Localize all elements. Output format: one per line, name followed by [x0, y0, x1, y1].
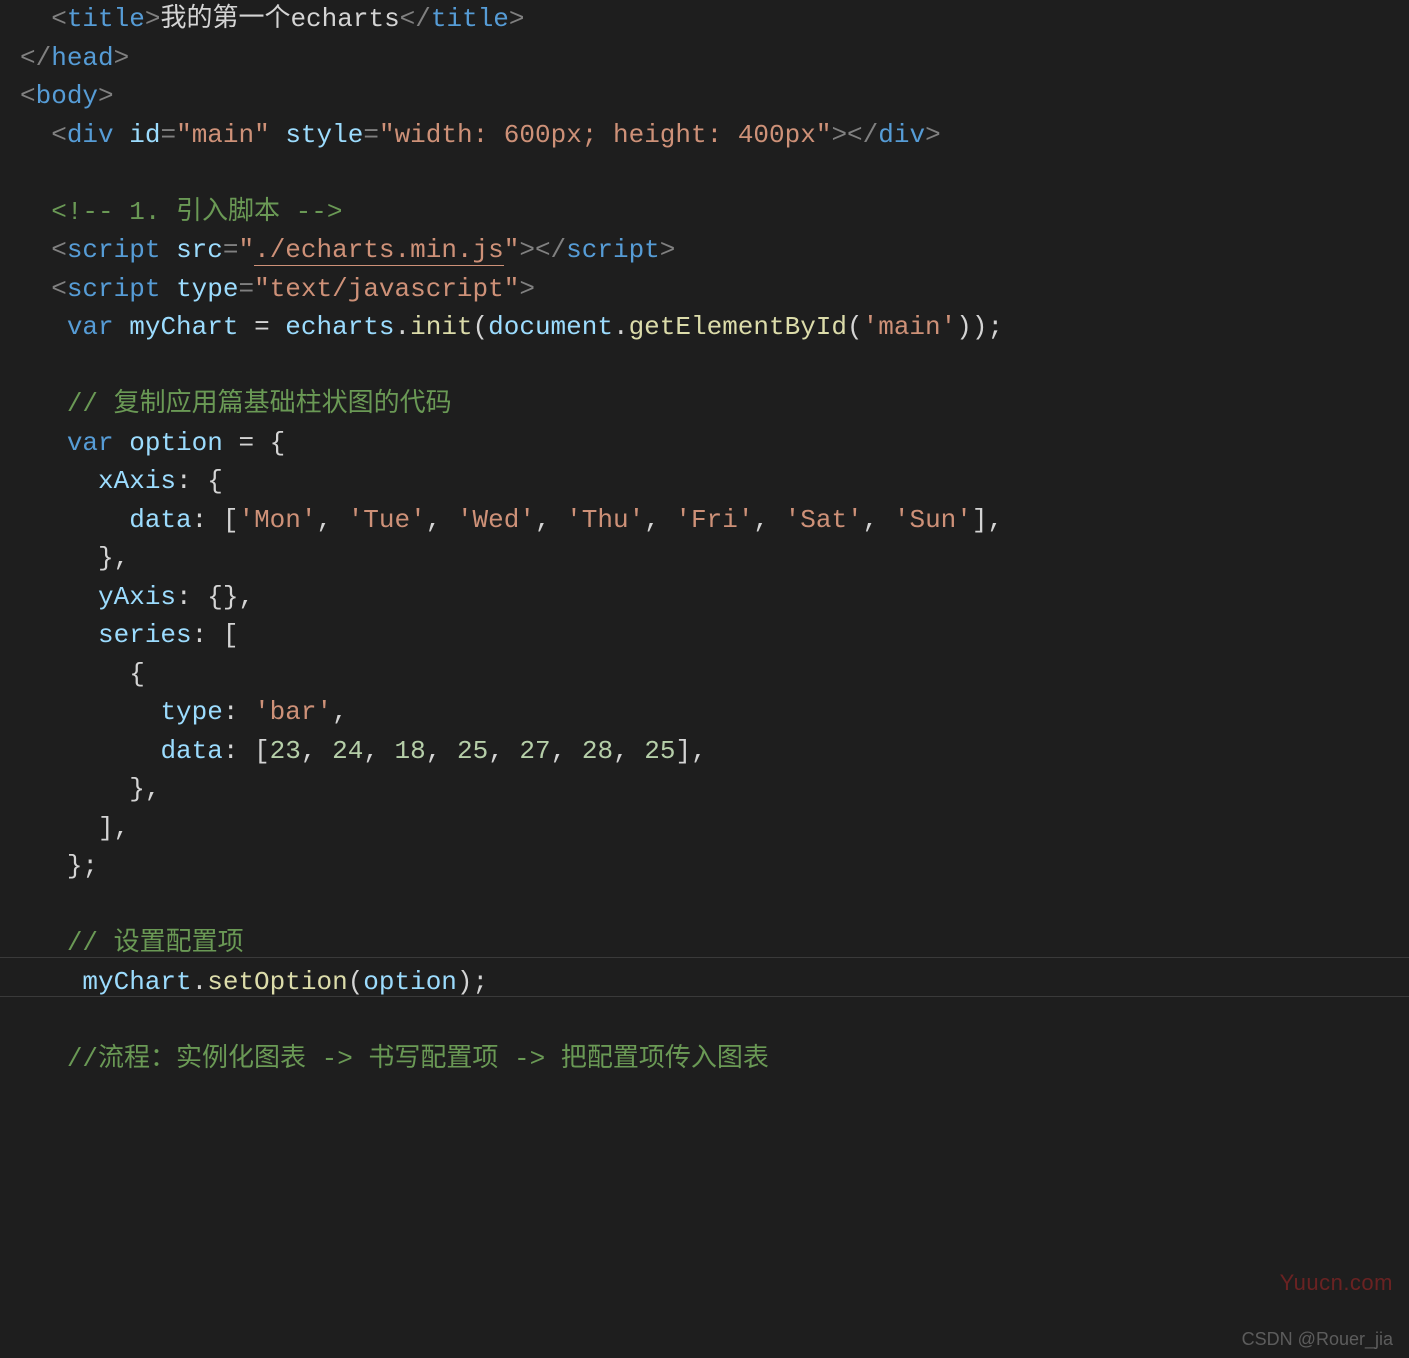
watermark-site: Yuucn.com — [1280, 1270, 1393, 1296]
fn-getelementbyid: getElementById — [629, 312, 847, 342]
var-mychart: myChart — [129, 312, 238, 342]
echarts-obj: echarts — [285, 312, 394, 342]
script-src[interactable]: ./echarts.min.js — [254, 235, 504, 266]
div-id: main — [192, 120, 254, 150]
fn-init: init — [410, 312, 472, 342]
title-text: 我的第一个echarts — [160, 4, 399, 34]
series-type: 'bar' — [254, 697, 332, 727]
comment-set: // 设置配置项 — [67, 928, 244, 958]
comment-import: 1. 引入脚本 — [129, 197, 280, 227]
arg-main: 'main' — [863, 312, 957, 342]
comment-flow: //流程：实例化图表 -> 书写配置项 -> 把配置项传入图表 — [67, 1044, 769, 1074]
comment-option: // 复制应用篇基础柱状图的代码 — [67, 389, 452, 419]
script-type: text/javascript — [270, 274, 504, 304]
fn-setoption: setOption — [207, 967, 347, 997]
div-style: width: 600px; height: 400px — [395, 120, 816, 150]
watermark-author: CSDN @Rouer_jia — [1242, 1329, 1393, 1350]
code-editor[interactable]: <title>我的第一个echarts</title> </head> <bod… — [0, 0, 1409, 1078]
var-option: option — [129, 428, 223, 458]
